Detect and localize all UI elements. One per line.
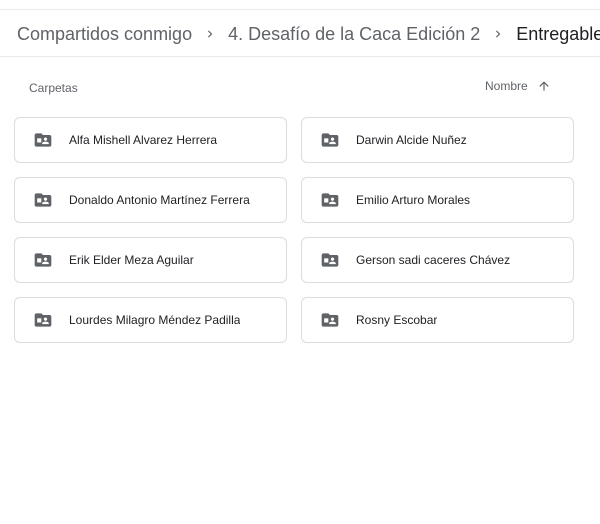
folder-name: Lourdes Milagro Méndez Padilla — [69, 313, 241, 327]
folder-item[interactable]: Rosny Escobar — [301, 297, 574, 343]
arrow-up-icon[interactable] — [536, 78, 552, 94]
shared-folder-icon — [320, 250, 340, 270]
shared-folder-icon — [33, 190, 53, 210]
section-label-folders: Carpetas — [29, 81, 78, 95]
shared-folder-icon — [33, 310, 53, 330]
folder-name: Donaldo Antonio Martínez Ferrera — [69, 193, 250, 207]
shared-folder-icon — [320, 310, 340, 330]
breadcrumb-item-shared-with-me[interactable]: Compartidos conmigo — [17, 24, 192, 45]
folder-item[interactable]: Alfa Mishell Alvarez Herrera — [14, 117, 287, 163]
folder-item[interactable]: Lourdes Milagro Méndez Padilla — [14, 297, 287, 343]
folder-name: Gerson sadi caceres Chávez — [356, 253, 511, 267]
breadcrumb-current-folder[interactable]: Entregable — [516, 24, 600, 45]
folder-name: Alfa Mishell Alvarez Herrera — [69, 133, 218, 147]
top-edge — [0, 0, 600, 10]
sort-button[interactable]: Nombre — [485, 76, 552, 96]
shared-folder-icon — [33, 250, 53, 270]
shared-folder-icon — [320, 130, 340, 150]
folder-item[interactable]: Donaldo Antonio Martínez Ferrera — [14, 177, 287, 223]
folder-item[interactable]: Emilio Arturo Morales — [301, 177, 574, 223]
folder-name: Rosny Escobar — [356, 313, 438, 327]
shared-folder-icon — [33, 130, 53, 150]
folder-item[interactable]: Erik Elder Meza Aguilar — [14, 237, 287, 283]
folder-name: Erik Elder Meza Aguilar — [69, 253, 194, 267]
breadcrumb-item-desafio[interactable]: 4. Desafío de la Caca Edición 2 — [228, 24, 480, 45]
folder-name: Darwin Alcide Nuñez — [356, 133, 467, 147]
folder-item[interactable]: Darwin Alcide Nuñez — [301, 117, 574, 163]
folder-grid: Alfa Mishell Alvarez Herrera Darwin Alci… — [14, 117, 574, 343]
folder-item[interactable]: Gerson sadi caceres Chávez — [301, 237, 574, 283]
breadcrumb: Compartidos conmigo 4. Desafío de la Cac… — [17, 20, 600, 48]
chevron-right-icon — [198, 22, 222, 46]
sort-label: Nombre — [485, 79, 528, 93]
folder-name: Emilio Arturo Morales — [356, 193, 471, 207]
header-divider — [0, 56, 600, 57]
shared-folder-icon — [320, 190, 340, 210]
chevron-right-icon — [486, 22, 510, 46]
